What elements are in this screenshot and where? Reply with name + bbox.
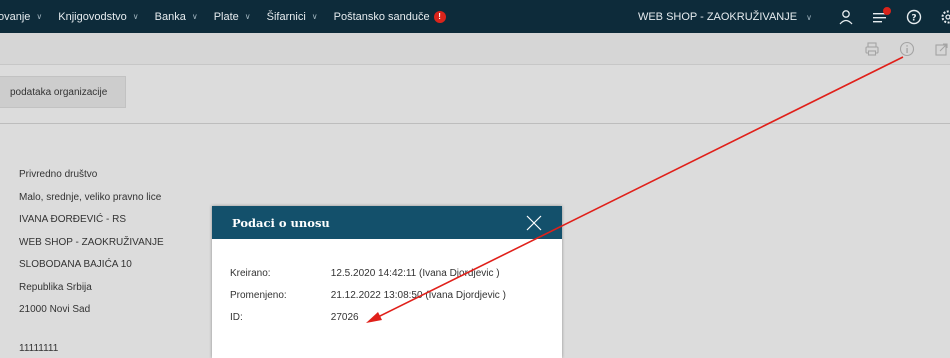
chevron-down-icon: ∨ [311, 12, 318, 21]
menu-item-label: ovanje [0, 10, 31, 23]
info-line: IVANA ĐORĐEVIĆ - RS [19, 214, 127, 225]
menu-item-label: Šifarnici [266, 10, 306, 23]
modified-value: 21.12.2022 13:08:50 (Ivana Djordjevic ) [330, 290, 506, 301]
divider [0, 123, 950, 124]
chevron-down-icon: ∨ [191, 12, 198, 21]
settings-icon[interactable] [940, 9, 950, 25]
id-value: 27026 [330, 312, 359, 323]
created-value: 12.5.2020 14:42:11 (Ivana Djordjevic ) [330, 268, 500, 279]
top-navigation: ovanje ∨ Knjigovodstvo ∨ Banka ∨ Plate ∨… [0, 0, 950, 33]
chevron-down-icon: ∨ [36, 12, 43, 21]
menu-item-label: Plate [213, 10, 239, 23]
created-row: Kreirano: 12.5.2020 14:42:11 (Ivana Djor… [230, 268, 500, 279]
dialog-header: Podaci o unosu [212, 206, 562, 239]
info-line: Privredno društvo [19, 169, 98, 180]
menu-item-plate[interactable]: Plate ∨ [214, 11, 251, 23]
chevron-down-icon: ∨ [132, 12, 139, 21]
menu-item-label: Poštansko sanduče [333, 10, 430, 23]
export-icon[interactable] [934, 41, 950, 57]
info-line: SLOBODANA BAJIĆA 10 [19, 259, 132, 270]
notification-dot [883, 6, 891, 15]
info-line: 11111111 [19, 343, 59, 354]
info-icon[interactable] [899, 41, 915, 57]
menu-item-banka[interactable]: Banka ∨ [155, 11, 198, 23]
dialog-title: Podaci o unosu [232, 215, 330, 230]
organization-selector[interactable]: WEB SHOP - ZAOKRUŽIVANJE ∨ [638, 11, 812, 23]
entry-info-dialog: Podaci o unosu Kreirano: 12.5.2020 14:42… [212, 206, 562, 358]
modified-label: Promenjeno: [230, 290, 287, 301]
close-icon[interactable] [526, 215, 542, 231]
menu-item-sifarnici[interactable]: Šifarnici ∨ [267, 11, 318, 23]
organization-name: WEB SHOP - ZAOKRUŽIVANJE [637, 10, 798, 23]
info-line: WEB SHOP - ZAOKRUŽIVANJE [19, 236, 164, 248]
id-row: ID: 27026 [230, 312, 359, 323]
menu-item-ovanje[interactable]: ovanje ∨ [0, 11, 42, 23]
toolbar [0, 33, 950, 65]
info-line: Malo, srednje, veliko pravno lice [19, 191, 162, 203]
created-label: Kreirano: [230, 268, 271, 279]
main-menu: ovanje ∨ Knjigovodstvo ∨ Banka ∨ Plate ∨… [0, 10, 462, 23]
user-icon[interactable] [838, 9, 854, 25]
nav-right: WEB SHOP - ZAOKRUŽIVANJE ∨ ? [638, 0, 950, 33]
menu-item-label: Banka [154, 10, 186, 23]
help-icon[interactable]: ? [906, 9, 922, 25]
menu-item-label: Knjigovodstvo [58, 10, 127, 23]
chevron-down-icon: ∨ [806, 12, 812, 22]
menu-item-knjigovodstvo[interactable]: Knjigovodstvo ∨ [58, 11, 138, 23]
notifications-icon[interactable] [872, 6, 891, 25]
alert-badge: ! [433, 10, 446, 23]
modified-row: Promenjeno: 21.12.2022 13:08:50 (Ivana D… [230, 290, 506, 301]
tab-label: podataka organizacije [10, 86, 108, 98]
chevron-down-icon: ∨ [244, 12, 251, 21]
print-icon[interactable] [864, 41, 880, 57]
menu-item-postansko-sanduce[interactable]: Poštansko sanduče ! [333, 10, 446, 23]
id-label: ID: [230, 312, 243, 323]
tab-organization-data[interactable]: podataka organizacije [0, 76, 126, 108]
organization-info: Privredno društvo Malo, srednje, veliko … [19, 169, 164, 354]
info-line: Republika Srbija [19, 281, 92, 293]
svg-text:?: ? [911, 13, 916, 23]
info-line: 21000 Novi Sad [19, 304, 91, 315]
